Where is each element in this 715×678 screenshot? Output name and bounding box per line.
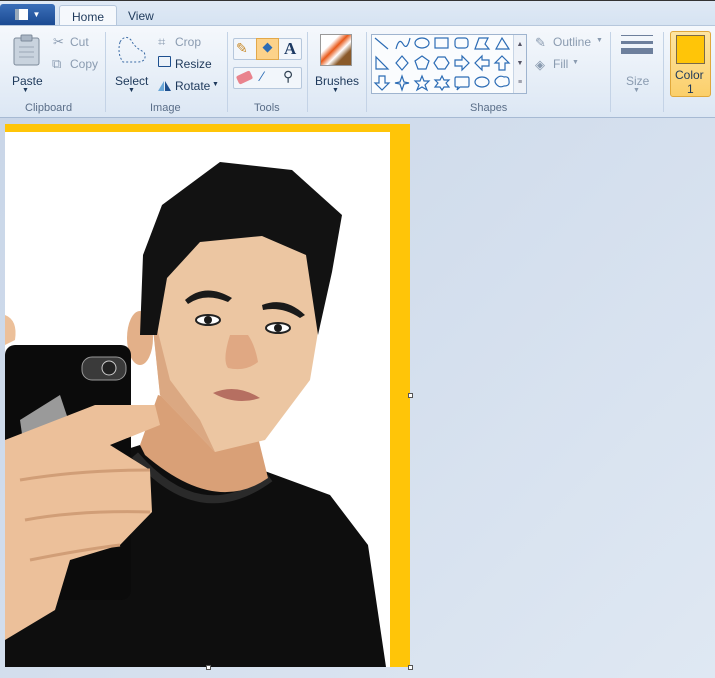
clipboard-icon xyxy=(13,34,40,66)
brush-icon xyxy=(320,34,352,66)
color-1-number: 1 xyxy=(687,82,694,96)
resize-button[interactable]: Resize xyxy=(175,57,212,71)
cloud-callout-shape-icon xyxy=(494,75,510,88)
chevron-down-icon: ▼ xyxy=(212,81,219,88)
select-label: Select xyxy=(115,74,149,88)
diamond-shape-icon xyxy=(395,55,409,71)
brushes-button[interactable]: Brushes ▼ xyxy=(313,32,359,94)
divider xyxy=(227,32,228,112)
down-arrow-shape-icon xyxy=(373,75,391,91)
rotate-icon xyxy=(158,81,171,91)
outline-button[interactable]: Outline xyxy=(553,35,591,49)
resize-handle-corner[interactable] xyxy=(408,665,413,670)
pencil-icon[interactable]: ✎ xyxy=(236,40,248,57)
five-point-star-shape-icon xyxy=(413,74,431,92)
image-group-label: Image xyxy=(150,102,181,114)
shapes-group-label: Shapes xyxy=(470,102,508,114)
color-1-swatch xyxy=(676,35,705,64)
rounded-rectangle-shape-icon xyxy=(454,37,469,49)
paint-menu-button[interactable]: ▼ xyxy=(0,4,55,25)
tab-bar: ▼ Home View xyxy=(0,0,715,27)
clipboard-group-label: Clipboard xyxy=(25,102,73,114)
outline-icon: ✎ xyxy=(535,35,546,50)
chevron-down-icon: ▼ xyxy=(572,59,579,66)
right-arrow-shape-icon xyxy=(454,54,470,72)
four-point-star-shape-icon xyxy=(394,74,410,92)
up-arrow-shape-icon xyxy=(493,55,511,71)
curve-shape-icon xyxy=(395,37,411,50)
divider xyxy=(105,32,106,112)
shapes-scrollbar[interactable]: ▲ ▼ ≡ xyxy=(513,35,526,93)
chevron-down-icon: ▼ xyxy=(332,87,339,94)
size-label: Size xyxy=(626,74,650,88)
drawing-canvas[interactable] xyxy=(5,124,410,667)
oval-callout-shape-icon xyxy=(474,76,490,88)
divider xyxy=(366,32,367,112)
shapes-gallery[interactable]: ▲ ▼ ≡ xyxy=(371,34,527,94)
color-1-button[interactable]: Color 1 xyxy=(670,31,711,97)
rounded-callout-shape-icon xyxy=(454,76,470,91)
rotate-button[interactable]: Rotate xyxy=(175,79,210,93)
rectangle-shape-icon xyxy=(434,37,449,49)
hexagon-shape-icon xyxy=(433,56,450,70)
size-lines-icon xyxy=(621,35,653,54)
crop-icon: ⌗ xyxy=(158,34,166,49)
tab-home[interactable]: Home xyxy=(59,5,118,27)
color-picker-icon[interactable]: ⁄ xyxy=(261,68,263,84)
size-button[interactable]: Size ▼ xyxy=(617,32,657,94)
fill-icon[interactable]: ◆ xyxy=(256,38,279,60)
magnifier-icon[interactable]: ⚲ xyxy=(283,68,293,85)
chevron-down-icon: ▼ xyxy=(633,87,640,94)
free-select-icon xyxy=(118,36,146,63)
divider xyxy=(307,32,308,112)
oval-shape-icon xyxy=(414,37,430,49)
cut-button[interactable]: Cut xyxy=(70,35,89,49)
crop-button[interactable]: Crop xyxy=(175,35,201,49)
resize-icon xyxy=(158,56,171,67)
chevron-down-icon: ▼ xyxy=(22,87,29,94)
tab-view[interactable]: View xyxy=(116,5,166,27)
chevron-down-icon: ▼ xyxy=(596,37,603,44)
brushes-label: Brushes xyxy=(315,74,360,88)
chevron-down-icon: ▼ xyxy=(128,87,135,94)
left-arrow-shape-icon xyxy=(474,54,490,72)
six-point-star-shape-icon xyxy=(433,74,451,92)
tools-group-label: Tools xyxy=(254,102,280,114)
fill-bucket-icon: ◈ xyxy=(535,57,545,72)
copy-icon: ⧉ xyxy=(52,56,62,71)
paste-label: Paste xyxy=(12,74,43,88)
pentagon-shape-icon xyxy=(414,55,430,70)
resize-handle-right[interactable] xyxy=(408,393,413,398)
divider xyxy=(610,32,611,112)
right-triangle-shape-icon xyxy=(375,55,390,70)
copy-button[interactable]: Copy xyxy=(70,57,98,71)
scissors-icon: ✂ xyxy=(53,34,64,49)
color-1-label: Color xyxy=(675,68,704,82)
ribbon: Paste ▼ ✂ Cut ⧉ Copy Clipboard Select ▼ … xyxy=(0,25,715,118)
divider xyxy=(663,32,664,112)
menu-icon xyxy=(14,9,28,20)
shapes-icons xyxy=(373,36,511,92)
resize-handle-bottom[interactable] xyxy=(206,665,211,670)
polygon-shape-icon xyxy=(474,37,491,50)
paste-button[interactable]: Paste ▼ xyxy=(8,32,46,94)
fill-button[interactable]: Fill xyxy=(553,57,568,71)
text-icon[interactable]: A xyxy=(284,39,296,59)
chevron-down-icon: ▼ xyxy=(32,10,41,19)
select-button[interactable]: Select ▼ xyxy=(112,32,152,94)
triangle-shape-icon xyxy=(494,36,511,50)
line-shape-icon xyxy=(374,37,389,50)
